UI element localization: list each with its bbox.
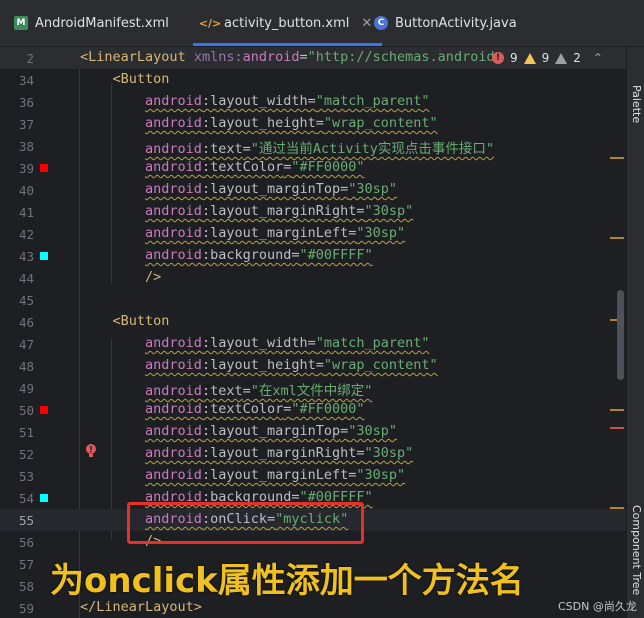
line-number: 59 (18, 601, 34, 616)
tab-button-activity-java[interactable]: C ButtonActivity.java (374, 0, 517, 46)
error-count: 9 (510, 51, 518, 65)
code-line: android:background="#00FFFF" (145, 247, 373, 263)
line-number: 52 (18, 447, 34, 462)
line-number: 49 (18, 381, 34, 396)
manifest-icon: M (14, 16, 28, 30)
code-line: android:layout_marginLeft="30sp" (145, 467, 406, 483)
tab-label: ButtonActivity.java (395, 15, 517, 31)
line-number: 57 (18, 557, 34, 572)
line-number: 2 (26, 51, 34, 66)
line-number: 46 (18, 315, 34, 330)
line-number: 43 (18, 249, 34, 264)
line-number: 56 (18, 535, 34, 550)
warning-count: 9 (541, 51, 550, 65)
color-swatch-icon[interactable] (40, 164, 48, 172)
line-number: 51 (18, 425, 34, 440)
color-swatch-icon[interactable] (40, 494, 48, 502)
annotation-caption: 为onclick属性添加一个方法名 (50, 561, 524, 601)
right-tool-strip: Palette Component Tree (626, 47, 644, 618)
code-line: android:text="在xml文件中绑定" (145, 383, 373, 399)
warning-marker[interactable] (610, 237, 624, 239)
chevron-up-icon[interactable]: ⌃ (593, 51, 603, 65)
color-swatch-icon[interactable] (40, 252, 48, 260)
close-tab-icon[interactable]: ✕ (361, 16, 372, 31)
tab-label: AndroidManifest.xml (35, 15, 169, 31)
line-number: 42 (18, 227, 34, 242)
warning-marker[interactable] (610, 409, 624, 411)
line-number: 44 (18, 271, 34, 286)
xml-code-icon: </> (198, 16, 222, 30)
line-number: 38 (18, 139, 34, 154)
code-line: android:layout_marginRight="30sp" (145, 203, 414, 219)
tab-label: activity_button.xml (224, 15, 350, 31)
code-line: android:textColor="#FF0000" (145, 159, 365, 175)
line-number: 41 (18, 205, 34, 220)
code-line: <Button (112, 313, 170, 329)
line-number: 55 (18, 513, 34, 528)
palette-tool-button[interactable]: Palette (630, 85, 643, 123)
line-number: 40 (18, 183, 34, 198)
line-number: 54 (18, 491, 34, 506)
line-number: 37 (18, 117, 34, 132)
error-marker[interactable] (610, 427, 624, 429)
warning-marker[interactable] (610, 507, 624, 509)
code-line: android:text="通过当前Activity实现点击事件接口" (145, 141, 494, 157)
line-number: 58 (18, 579, 34, 594)
warning-icon (523, 52, 536, 64)
java-class-icon: C (374, 16, 388, 30)
tab-android-manifest[interactable]: M AndroidManifest.xml (14, 0, 169, 46)
warning-marker[interactable] (610, 157, 624, 159)
sticky-code: <LinearLayout xmlns:android="http://sche… (80, 49, 495, 65)
line-number: 53 (18, 469, 34, 484)
code-line: android:layout_width="match_parent" (145, 93, 430, 109)
line-number: 45 (18, 293, 34, 308)
code-line: android:layout_width="match_parent" (145, 335, 430, 351)
code-line: android:layout_marginTop="30sp" (145, 181, 398, 197)
code-line: android:layout_marginRight="30sp" (145, 445, 414, 461)
watermark: CSDN @尚久龙 (558, 600, 637, 613)
code-line: android:layout_height="wrap_content" (145, 115, 438, 131)
onclick-highlight-box (127, 502, 364, 544)
code-line: android:layout_marginLeft="30sp" (145, 225, 406, 241)
line-number: 34 (18, 73, 34, 88)
error-icon: ! (492, 52, 504, 64)
line-number: 50 (18, 403, 34, 418)
code-line: android:layout_height="wrap_content" (145, 357, 438, 373)
inspection-widget[interactable]: ! 9 9 2 ⌃ (492, 47, 603, 69)
code-line: <Button (112, 71, 170, 87)
code-line: android:layout_marginTop="30sp" (145, 423, 398, 439)
component-tree-tool-button[interactable]: Component Tree (630, 505, 643, 595)
tab-activity-button-xml[interactable]: </> activity_button.xml ✕ (193, 0, 383, 46)
sticky-scroll-header[interactable]: 2 <LinearLayout xmlns:android="http://sc… (0, 47, 626, 70)
line-number: 39 (18, 161, 34, 176)
weak-warning-count: 2 (573, 51, 581, 65)
code-line: android:textColor="#FF0000" (145, 401, 365, 417)
editor-tab-bar: M AndroidManifest.xml </> activity_butto… (0, 0, 644, 47)
line-number: 48 (18, 359, 34, 374)
code-line: /> (145, 269, 162, 285)
vertical-scrollbar[interactable] (617, 290, 624, 380)
color-swatch-icon[interactable] (40, 406, 48, 414)
weak-warning-icon (555, 52, 568, 64)
line-number: 47 (18, 337, 34, 352)
lightbulb-icon[interactable] (84, 443, 98, 459)
line-number: 36 (18, 95, 34, 110)
